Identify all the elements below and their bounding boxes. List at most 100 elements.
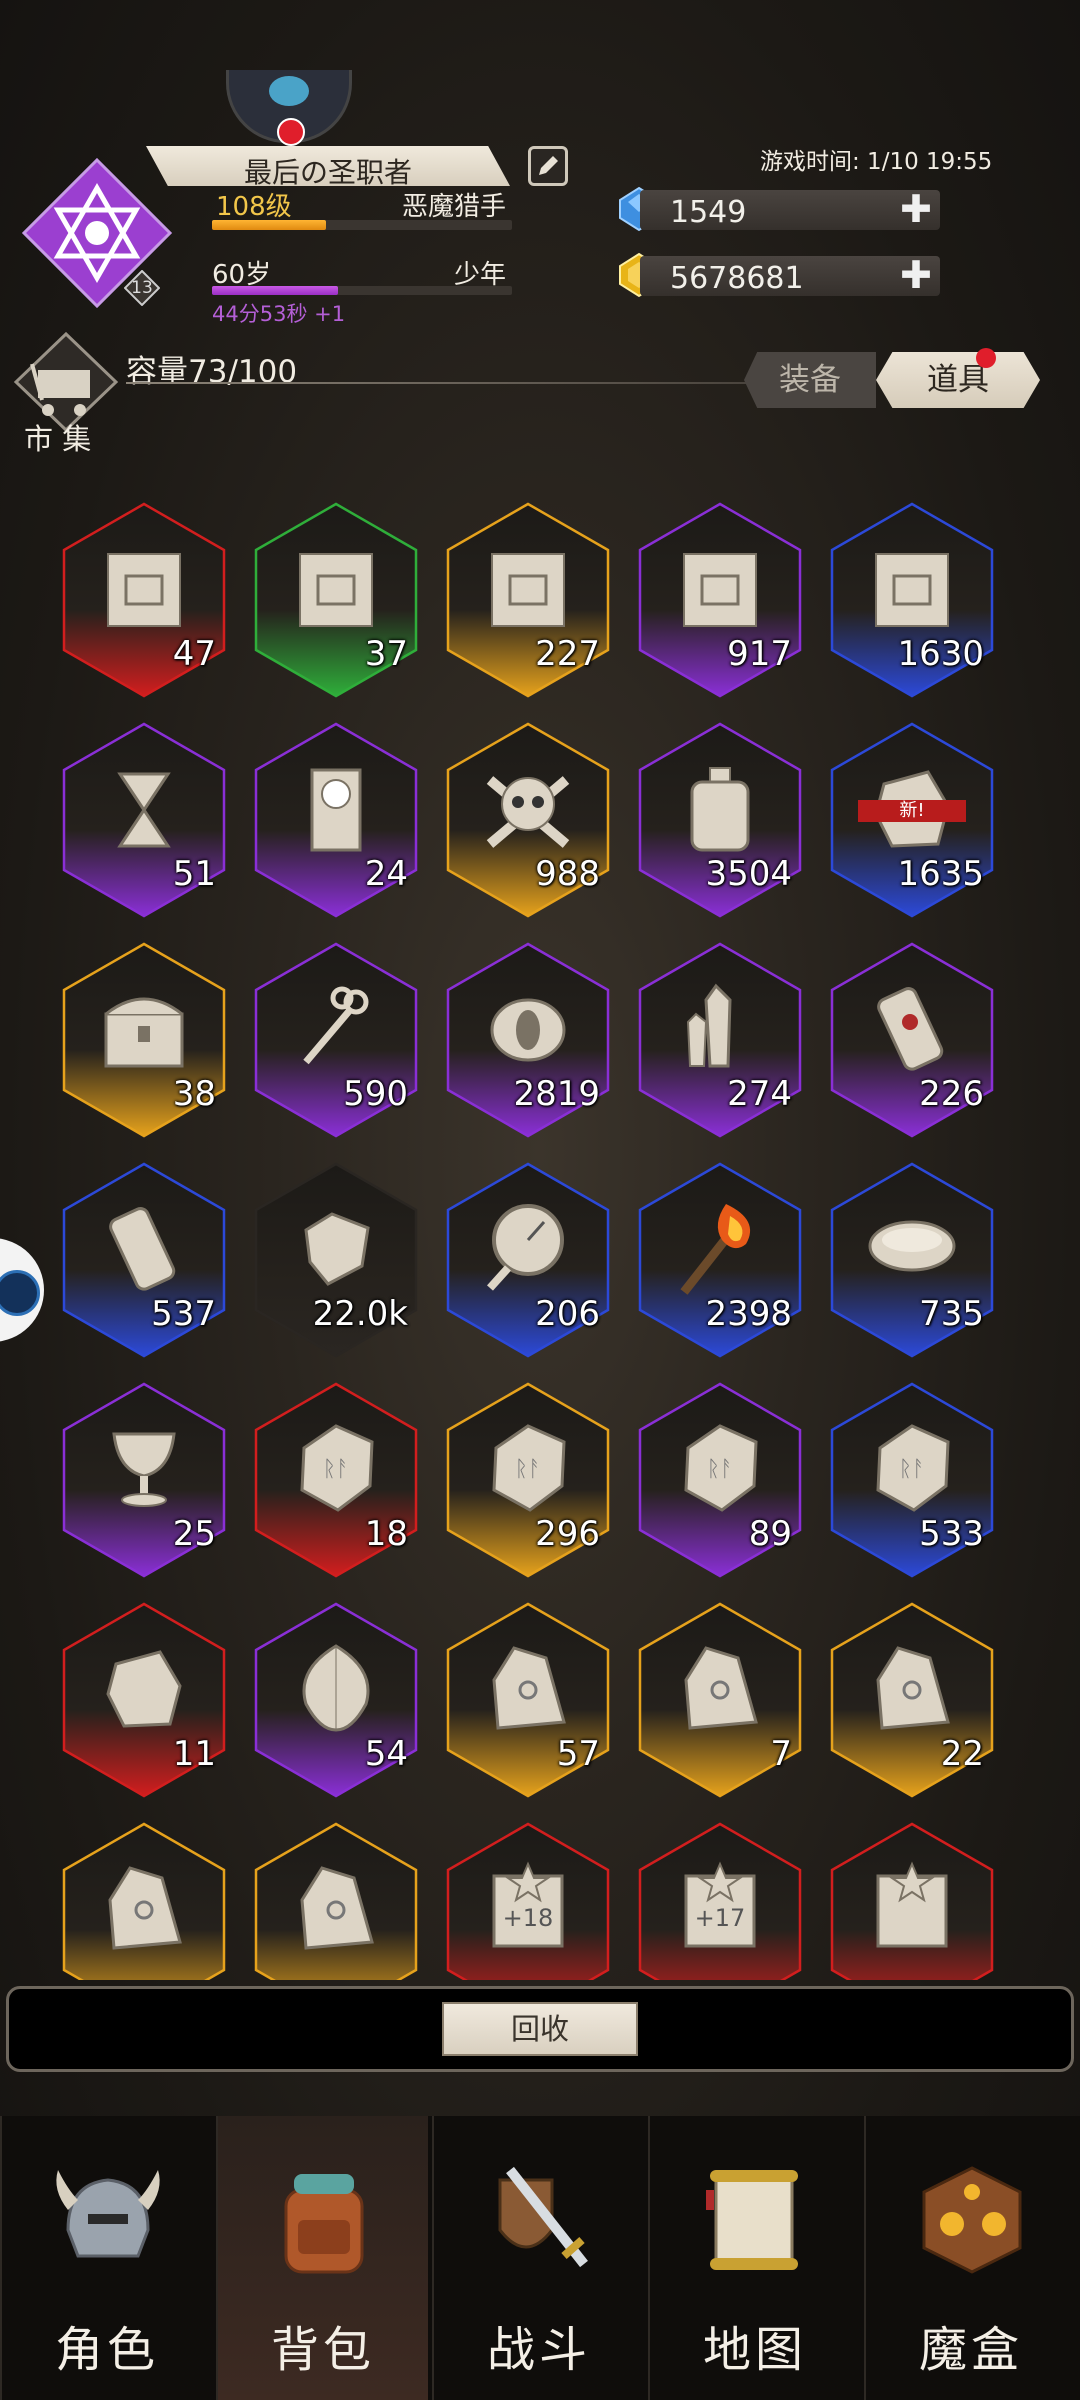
recycle-button[interactable]: 回收	[442, 2002, 638, 2056]
age-progress-bar	[212, 286, 512, 295]
inventory-item[interactable]: 2819	[444, 940, 612, 1140]
inventory-item[interactable]: 37	[252, 500, 420, 700]
helmet-icon	[56, 2170, 160, 2258]
inventory-item[interactable]: +18	[444, 1820, 612, 1980]
rune-shard-icon	[876, 1646, 950, 1730]
rune-tablet-icon: ᚱᚨ	[684, 1424, 758, 1512]
gems-amount: 1549	[670, 195, 747, 230]
map-scroll-icon	[706, 2170, 798, 2270]
enhance-scroll-icon: +18	[492, 1861, 564, 1948]
item-quantity: 2398	[705, 1294, 792, 1334]
nav-tab[interactable]: 角色	[0, 2116, 212, 2400]
inventory-item[interactable]: ᚱᚨ 533	[828, 1380, 996, 1580]
enhance-scroll-icon: +17	[684, 1861, 756, 1948]
inventory-item[interactable]: 206	[444, 1160, 612, 1360]
item-quantity: 227	[535, 634, 600, 674]
inventory-item[interactable]: 47	[60, 500, 228, 700]
inventory-item[interactable]: 3504	[636, 720, 804, 920]
inventory-item[interactable]: 54	[252, 1600, 420, 1800]
inventory-item[interactable]: ᚱᚨ 18	[252, 1380, 420, 1580]
sword-shield-icon	[498, 2166, 588, 2268]
item-quantity: 296	[535, 1514, 600, 1554]
player-avatar[interactable]	[226, 70, 352, 146]
ribbon-stone-icon	[106, 1650, 182, 1728]
inventory-item[interactable]: 537	[60, 1160, 228, 1360]
item-quantity: 533	[919, 1514, 984, 1554]
item-quantity: 51	[172, 854, 216, 894]
item-quantity: 22.0k	[312, 1294, 408, 1334]
skull-icon	[486, 776, 570, 848]
clock-icon	[310, 768, 362, 852]
inventory-item[interactable]: 590	[252, 940, 420, 1140]
inventory-item[interactable]: 22.0k	[252, 1160, 420, 1360]
inventory-item[interactable]: 2398	[636, 1160, 804, 1360]
inventory-item[interactable]: 227	[444, 500, 612, 700]
svg-text:+18: +18	[503, 1904, 554, 1932]
inventory-item[interactable]: 7	[636, 1600, 804, 1800]
rune-tablet-icon: ᚱᚨ	[876, 1424, 950, 1512]
crystal-icon	[686, 983, 732, 1068]
svg-text:ᚱᚨ: ᚱᚨ	[899, 1457, 925, 1482]
avatar-bird-icon	[269, 76, 309, 106]
inventory-item[interactable]: 24	[252, 720, 420, 920]
inventory-item[interactable]: 38	[60, 940, 228, 1140]
svg-text:ᚱᚨ: ᚱᚨ	[323, 1457, 349, 1482]
treasure-chest-icon	[104, 997, 184, 1068]
rune-tablet-icon: ᚱᚨ	[492, 1424, 566, 1512]
rune-shard-icon	[108, 1866, 182, 1950]
nav-tab[interactable]: 战斗	[432, 2116, 644, 2400]
inventory-item[interactable]: 988	[444, 720, 612, 920]
inventory-item[interactable]: 57	[444, 1600, 612, 1800]
edit-name-button[interactable]	[528, 146, 568, 186]
item-quantity: 37	[364, 634, 408, 674]
inventory-item[interactable]: 226	[828, 940, 996, 1140]
market-label[interactable]: 市 集	[24, 416, 91, 458]
item-quantity: 735	[919, 1294, 984, 1334]
rune-shard-icon	[492, 1646, 566, 1730]
map-chest-icon	[299, 553, 373, 627]
rank-level-text: 13	[131, 278, 153, 298]
nav-tab[interactable]: 背包	[216, 2116, 428, 2400]
inventory-item[interactable]: 新! 1635	[828, 720, 996, 920]
nav-tab[interactable]: 魔盒	[864, 2116, 1076, 2400]
map-chest-icon	[683, 553, 757, 627]
add-gems-button[interactable]: ✚	[900, 190, 932, 228]
floating-assist-button[interactable]	[0, 1238, 44, 1342]
inventory-item[interactable]: 274	[636, 940, 804, 1140]
nav-tab[interactable]: 地图	[648, 2116, 860, 2400]
jar-icon	[690, 767, 750, 852]
inventory-item[interactable]	[252, 1820, 420, 1980]
age-progress-fill	[212, 286, 338, 295]
nav-tab-label: 战斗	[486, 2322, 591, 2378]
bottom-nav: 角色 背包 战斗 地图 魔盒	[0, 2116, 1080, 2400]
tab-items[interactable]: 道具	[876, 352, 1040, 408]
inventory-item[interactable]: 735	[828, 1160, 996, 1360]
new-item-badge: 新!	[858, 800, 966, 822]
inventory-item[interactable]	[60, 1820, 228, 1980]
item-quantity: 47	[172, 634, 216, 674]
inventory-item[interactable]: 11	[60, 1600, 228, 1800]
enhance-scroll-icon	[876, 1861, 948, 1948]
inventory-item[interactable]: 917	[636, 500, 804, 700]
inventory-item[interactable]: 1630	[828, 500, 996, 700]
inventory-item[interactable]: ᚱᚨ 296	[444, 1380, 612, 1580]
nav-tab-label: 背包	[270, 2322, 375, 2378]
item-quantity: 988	[535, 854, 600, 894]
inventory-item[interactable]: 25	[60, 1380, 228, 1580]
item-quantity: 18	[364, 1514, 408, 1554]
inventory-item[interactable]: +17	[636, 1820, 804, 1980]
inventory-item[interactable]: 22	[828, 1600, 996, 1800]
item-quantity: 11	[172, 1734, 216, 1774]
svg-text:+17: +17	[695, 1904, 746, 1932]
cloth-icon	[304, 1212, 370, 1286]
inventory-item[interactable]: ᚱᚨ 89	[636, 1380, 804, 1580]
add-gold-button[interactable]: ✚	[900, 256, 932, 294]
map-chest-icon	[875, 553, 949, 627]
items-tab-badge	[976, 348, 996, 368]
tab-equipment[interactable]: 装备	[744, 352, 876, 408]
inventory-item[interactable]	[828, 1820, 996, 1980]
inventory-item[interactable]: 51	[60, 720, 228, 920]
item-quantity: 226	[919, 1074, 984, 1114]
item-quantity: 274	[727, 1074, 792, 1114]
level-progress-fill	[212, 220, 326, 230]
